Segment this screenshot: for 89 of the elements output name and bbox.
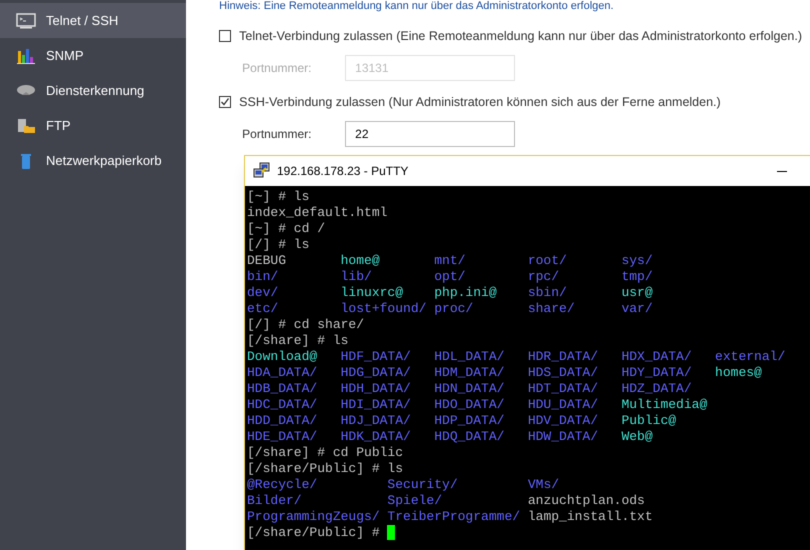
terminal-entry: HDJ_DATA/ (340, 413, 411, 428)
terminal-text: [/] # ls (247, 237, 310, 253)
terminal-entry: mnt/ (434, 253, 466, 268)
terminal-entry: Spiele/ (387, 493, 442, 508)
terminal-text: [/share/Public] # ls (247, 461, 404, 477)
terminal-entry: HDS_DATA/ (528, 365, 598, 380)
terminal-entry: Bilder/ (247, 493, 302, 508)
terminal-text: [/share/Public] # (247, 525, 381, 541)
terminal-entry: HDW_DATA/ (528, 429, 598, 444)
terminal-entry: tmp/ (621, 269, 653, 284)
terminal-entry: HDF_DATA/ (340, 349, 411, 364)
terminal-entry: lib/ (340, 269, 372, 284)
terminal-entry: etc/ (247, 301, 278, 316)
terminal-entry: php.ini@ (434, 285, 497, 300)
cursor (387, 525, 396, 540)
terminal-entry: HDZ_DATA/ (621, 381, 692, 396)
terminal-text: index_default.html (247, 205, 388, 221)
field-label: Portnummer: (242, 126, 313, 143)
terminal-entry: home@ (340, 253, 380, 268)
terminal-entry: HDI_DATA/ (340, 397, 411, 412)
terminal-entry: HDO_DATA/ (434, 397, 504, 412)
terminal-entry: lamp_install.txt (528, 509, 653, 524)
bar-chart-icon (16, 48, 36, 64)
terminal-entry: Web@ (621, 429, 653, 444)
terminal-entry: ProgrammingZeugs/ (247, 509, 380, 524)
terminal-entry: dev/ (247, 285, 278, 300)
terminal-entry: HDE_DATA/ (247, 429, 318, 444)
terminal-entry: DEBUG (247, 253, 286, 268)
terminal-text: [~] # ls (247, 189, 310, 205)
terminal-entry: HDC_DATA/ (247, 397, 318, 412)
terminal-entry: Public@ (621, 413, 676, 428)
terminal-entry: anzuchtplan.ods (528, 493, 645, 508)
terminal-entry: lost+found/ (340, 301, 426, 316)
terminal-entry: HDB_DATA/ (247, 381, 318, 396)
sidebar-item[interactable]: Netzwerkpapierkorb (0, 143, 186, 178)
terminal-entry: share/ (528, 301, 575, 316)
terminal-entry: HDT_DATA/ (528, 381, 598, 396)
terminal-entry: HDD_DATA/ (247, 413, 318, 428)
terminal-entry: Security/ (387, 477, 458, 492)
terminal-entry: @Recycle/ (247, 477, 318, 492)
terminal-entry: bin/ (247, 269, 278, 284)
terminal-entry: HDL_DATA/ (434, 349, 504, 364)
terminal-entry: HDR_DATA/ (528, 349, 598, 364)
sidebar-item[interactable]: Telnet / SSH (0, 3, 186, 38)
terminal-entry: HDN_DATA/ (434, 381, 504, 396)
computers-icon (253, 162, 271, 180)
minimize-icon[interactable] (777, 170, 787, 172)
terminal-entry: external/ (715, 349, 786, 364)
terminal-text: [/share] # cd Public (247, 445, 404, 461)
terminal-text: [~] # cd / (247, 221, 326, 237)
terminal-text: [/] # cd share/ (247, 317, 364, 333)
sidebar-item[interactable]: Diensterkennung (0, 73, 186, 108)
terminal-entry: HDM_DATA/ (434, 365, 504, 380)
terminal-entry: opt/ (434, 269, 466, 284)
terminal-entry: Multimedia@ (621, 397, 708, 412)
terminal-entry: HDQ_DATA/ (434, 429, 504, 444)
terminal-entry: homes@ (715, 365, 762, 380)
terminal-text: [/share] # ls (247, 333, 348, 349)
terminal-entry: proc/ (434, 301, 474, 316)
terminal-entry: sbin/ (528, 285, 567, 300)
terminal-entry: Download@ (247, 349, 318, 364)
server-folder-icon (16, 118, 36, 134)
window-title: 192.168.178.23 - PuTTY (277, 163, 408, 180)
terminal-entry: HDX_DATA/ (621, 349, 692, 364)
terminal-entry: HDK_DATA/ (340, 429, 411, 444)
terminal-entry: HDP_DATA/ (434, 413, 504, 428)
checkbox-label: Telnet-Verbindung zulassen (Eine Remoteanmeldung kann nur über das Administratorkonto erfolgen.) (239, 28, 802, 45)
port-field[interactable]: 22 (345, 121, 516, 147)
terminal-entry: VMs/ (528, 477, 560, 492)
terminal-entry: HDA_DATA/ (247, 365, 318, 380)
terminal-entry: root/ (528, 253, 567, 268)
field-label: Portnummer: (242, 60, 313, 77)
terminal-entry: linuxrc@ (340, 285, 404, 300)
terminal-entry: sys/ (621, 253, 653, 268)
terminal-icon (16, 12, 36, 28)
hint-text: Hinweis: Eine Remoteanmeldung kann nur über das Administratorkonto erfolgen. (219, 0, 615, 12)
terminal-entry: HDH_DATA/ (340, 381, 411, 396)
checkbox[interactable] (219, 96, 232, 108)
terminal-entry: HDY_DATA/ (621, 365, 692, 380)
sidebar-item[interactable]: SNMP (0, 38, 186, 73)
terminal-entry: TreiberProgramme/ (387, 509, 520, 524)
terminal-entry: rpc/ (528, 269, 560, 284)
sidebar-item[interactable]: FTP (0, 108, 186, 143)
terminal-entry: HDG_DATA/ (340, 365, 411, 380)
terminal-entry: usr@ (621, 285, 653, 300)
checkbox-label: SSH-Verbindung zulassen (Nur Administratoren können sich aus der Ferne anmelden.) (239, 94, 721, 111)
terminal-entry: HDU_DATA/ (528, 397, 598, 412)
terminal-entry: var/ (621, 301, 653, 316)
terminal-entry: HDV_DATA/ (528, 413, 598, 428)
